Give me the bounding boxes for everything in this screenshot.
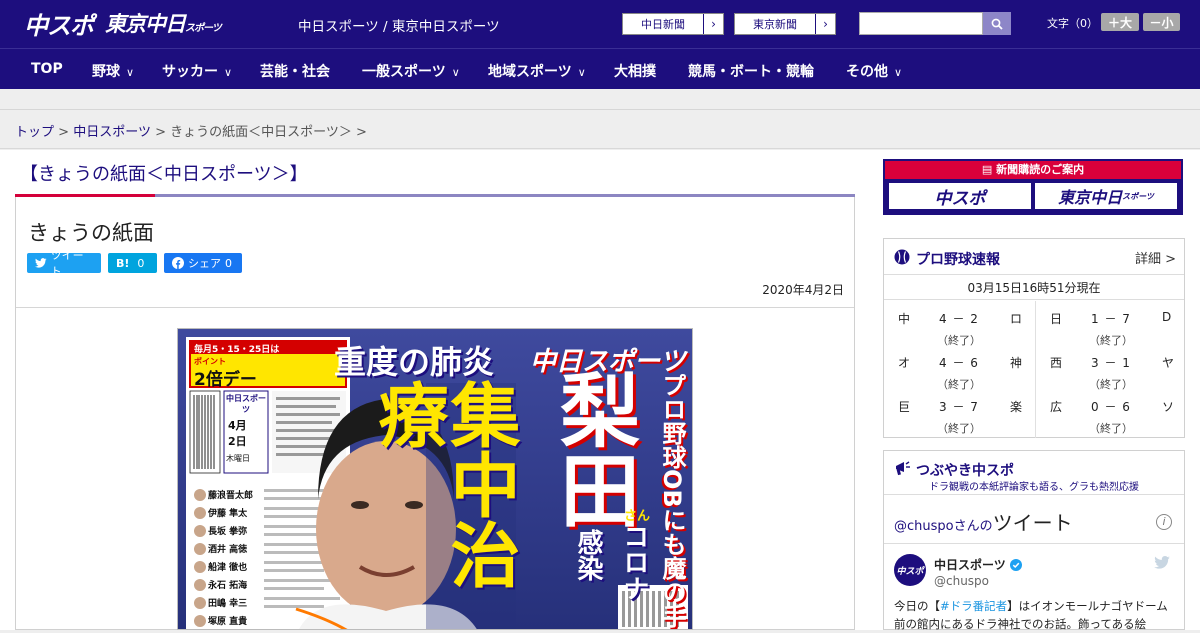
game-row[interactable]: 日 1 － 7 D （終了）: [1036, 301, 1186, 347]
breadcrumb: トップ > 中日スポーツ > きょうの紙面＜中日スポーツ＞ >: [15, 125, 367, 140]
search-button[interactable]: [983, 12, 1011, 35]
headline-main: 集中治療: [367, 379, 521, 589]
headline-infection: 感染: [573, 529, 603, 581]
promo-top-text: 毎月5・15・25日は: [194, 345, 280, 355]
game-row[interactable]: 巨 3 － 7 楽 （終了）: [884, 389, 1034, 435]
game-row[interactable]: オ 4 － 6 神 （終了）: [884, 345, 1034, 391]
twitter-icon: [35, 258, 47, 268]
page-title: 【きょうの紙面＜中日スポーツ＞】: [20, 164, 308, 185]
tweets-title: つぶやき中スポ: [916, 463, 1014, 479]
main-nav: TOP 野球 ∨ サッカー ∨ 芸能・社会 一般スポーツ ∨ 地域スポーツ ∨ 大相撲 …: [0, 48, 1200, 89]
headline-corona: コロナ: [619, 523, 649, 601]
chunichi-shimbun-link[interactable]: 中日新聞 ›: [622, 13, 724, 35]
scoreboard-detail-link[interactable]: 詳細 >: [1135, 248, 1176, 267]
game-row[interactable]: 中 4 － 2 ロ （終了）: [884, 301, 1034, 347]
tokyo-shimbun-link[interactable]: 東京新聞 ›: [734, 13, 836, 35]
hashtag-link[interactable]: #ドラ番記者: [940, 599, 1007, 613]
tweet-button[interactable]: ツイート: [27, 249, 101, 278]
breadcrumb-top[interactable]: トップ: [15, 125, 54, 140]
article-title: きょうの紙面: [28, 221, 154, 245]
facebook-icon: [172, 257, 184, 269]
breadcrumb-current: きょうの紙面＜中日スポーツ＞: [170, 125, 352, 140]
chevron-right-icon: ›: [815, 14, 835, 34]
nav-top[interactable]: TOP: [31, 61, 63, 77]
hatena-icon: B!: [116, 256, 130, 270]
top-header: 中スポ 東京中日スポーツ 中日スポーツ / 東京中日スポーツ 中日新聞 › 東京…: [0, 0, 1200, 48]
tweet-author-handle[interactable]: @chuspo: [934, 574, 989, 588]
font-larger-button[interactable]: ＋大: [1101, 13, 1139, 31]
sub-band: [0, 89, 1200, 110]
game-row[interactable]: 西 3 － 1 ヤ （終了）: [1036, 345, 1186, 391]
search-input[interactable]: [859, 12, 983, 35]
logo-chuspo: 中スポ: [24, 11, 94, 40]
headline-san: さん: [624, 509, 651, 524]
subscription-banner[interactable]: ▤ 新聞購読のご案内 中スポ 東京中日 スポーツ: [883, 159, 1183, 215]
subscribe-chuspo[interactable]: 中スポ: [889, 183, 1031, 209]
subscribe-tokyo-chunichi[interactable]: 東京中日 スポーツ: [1035, 183, 1177, 209]
tweets-handle-line: @chuspoさんのツイート: [894, 511, 1073, 535]
scoreboard-timestamp: 03月15日16時51分現在: [884, 276, 1184, 300]
chevron-down-icon: ∨: [894, 66, 903, 79]
baseball-scoreboard: プロ野球速報 詳細 > 03月15日16時51分現在 中 4 － 2 ロ （終了…: [883, 238, 1185, 438]
tweets-widget: つぶやき中スポ ドラ観戦の本紙評論家も語る、グラも熱烈応援 @chuspoさんの…: [883, 450, 1185, 631]
tweets-subtitle: ドラ観戦の本紙評論家も語る、グラも熱烈応援: [929, 482, 1139, 493]
chevron-down-icon: ∨: [126, 66, 135, 79]
megaphone-icon: [896, 461, 910, 476]
hatena-bookmark-button[interactable]: B! 0: [108, 253, 157, 273]
headline-side: プロ野球OBにも魔の手: [658, 373, 686, 628]
site-title: 中日スポーツ / 東京中日スポーツ: [298, 19, 500, 35]
font-size-label: 文字（0）: [1047, 17, 1098, 30]
game-row[interactable]: 広 0 － 6 ソ （終了）: [1036, 389, 1186, 435]
subscription-banner-title: ▤ 新聞購読のご案内: [885, 161, 1181, 179]
logo-tokyo-chunichi: 東京中日スポーツ: [105, 12, 222, 36]
font-smaller-button[interactable]: －小: [1143, 13, 1180, 31]
nav-entertainment[interactable]: 芸能・社会: [260, 61, 330, 81]
breadcrumb-chunichi-sports[interactable]: 中日スポーツ: [73, 125, 151, 140]
scoreboard-title: プロ野球速報: [916, 252, 1000, 268]
tweet-text: 今日の【#ドラ番記者】はイオンモールナゴヤドーム前の館内にあるドラ神社でのお話。…: [894, 599, 1168, 631]
nav-sumo[interactable]: 大相撲: [614, 61, 656, 81]
twitter-icon[interactable]: [1154, 556, 1170, 569]
nav-keiba[interactable]: 競馬・ボート・競輪: [688, 61, 814, 81]
site-logo[interactable]: 中スポ 東京中日スポーツ: [24, 8, 222, 40]
chevron-right-icon: ›: [703, 14, 723, 34]
nav-baseball[interactable]: 野球 ∨: [92, 61, 134, 81]
paper-month: 4月: [228, 419, 247, 432]
tweet-author-name[interactable]: 中日スポーツ: [934, 556, 1022, 573]
article-date: 2020年4月2日: [762, 283, 844, 297]
baseball-icon: [894, 249, 910, 265]
verified-badge-icon: [1009, 559, 1022, 571]
nav-others[interactable]: その他 ∨: [846, 61, 902, 81]
paper-day: 2日: [228, 435, 247, 448]
newspaper-icon: ▤: [981, 163, 997, 176]
nav-regional-sports[interactable]: 地域スポーツ ∨: [488, 61, 586, 81]
search-icon: [991, 18, 1003, 30]
facebook-share-button[interactable]: シェア 0: [164, 253, 242, 273]
headline-name: 梨田: [547, 369, 640, 529]
chevron-down-icon: ∨: [577, 66, 586, 79]
masthead-small: 中日スポーツ: [226, 394, 266, 414]
info-icon[interactable]: i: [1156, 514, 1172, 530]
paper-weekday: 木曜日: [226, 454, 250, 463]
newspaper-front-page-image[interactable]: 毎月5・15・25日は ポイント 2倍デー 中日スポーツ 4月 2日 木曜日 藤…: [177, 328, 693, 630]
nav-soccer[interactable]: サッカー ∨: [162, 61, 232, 81]
avatar[interactable]: 中スポ: [894, 554, 926, 586]
index-name-list: 藤浪晋太郎 伊藤 隼太 長坂 拳弥 酒井 高徳 船津 徹也 永石 拓海 田嶋 幸…: [208, 491, 254, 627]
chevron-down-icon: ∨: [451, 66, 460, 79]
headline-small: 重度の肺炎: [334, 343, 495, 381]
divider: [16, 307, 854, 308]
chevron-down-icon: ∨: [224, 66, 233, 79]
promo-main-text: 2倍デー: [194, 370, 257, 390]
breadcrumb-bar: トップ > 中日スポーツ > きょうの紙面＜中日スポーツ＞ >: [0, 110, 1200, 149]
nav-general-sports[interactable]: 一般スポーツ ∨: [362, 61, 460, 81]
